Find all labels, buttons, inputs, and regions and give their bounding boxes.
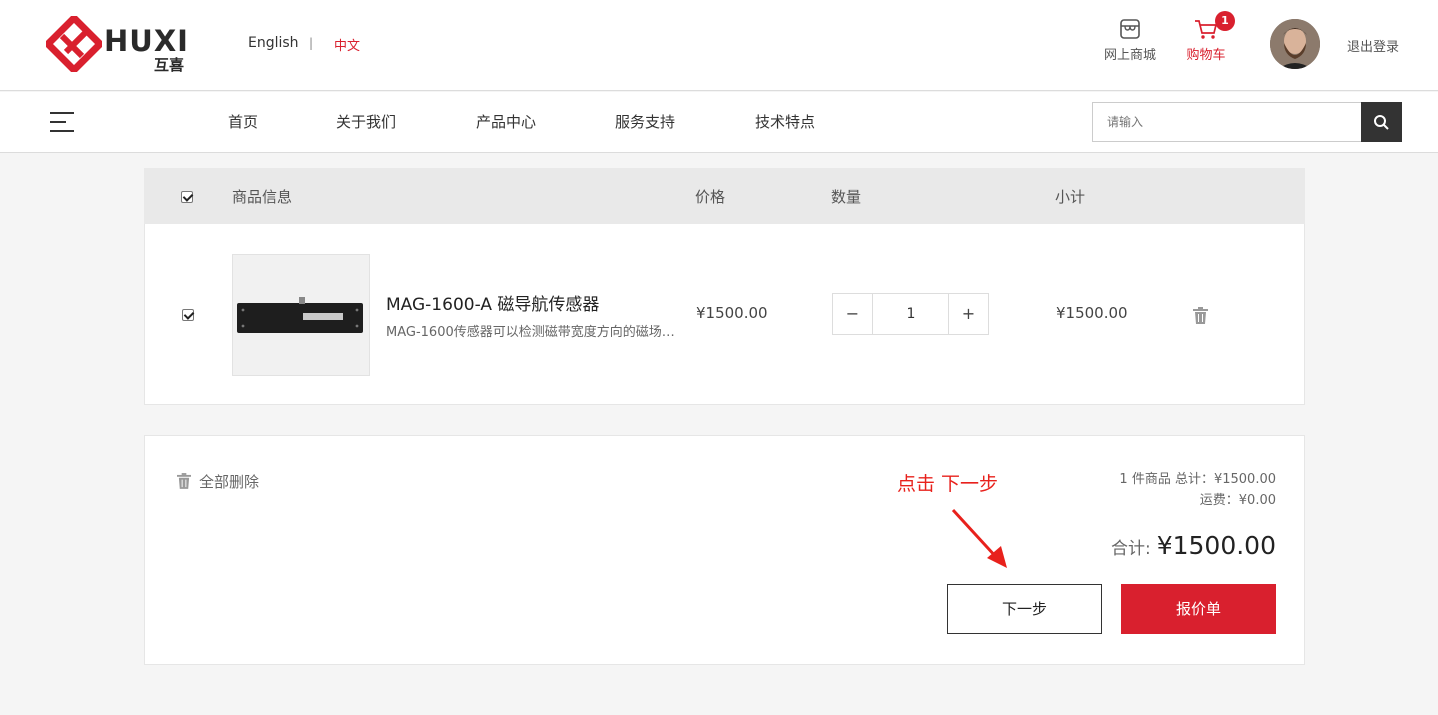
lang-english-link[interactable]: English	[248, 35, 299, 51]
search-icon	[1374, 115, 1389, 130]
next-step-button[interactable]: 下一步	[947, 584, 1102, 634]
nav-about[interactable]: 关于我们	[336, 111, 396, 132]
quantity-value[interactable]: 1	[874, 294, 948, 334]
nav-home[interactable]: 首页	[228, 111, 258, 132]
delete-all-button[interactable]: 全部删除	[177, 471, 259, 492]
product-price: ¥1500.00	[696, 304, 768, 322]
avatar-image	[1270, 19, 1320, 69]
main-nav: 首页 关于我们 产品中心 服务支持 技术特点	[0, 92, 1438, 153]
store-icon	[1120, 19, 1140, 39]
online-shop-label: 网上商城	[1103, 48, 1156, 63]
quantity-increase-button[interactable]: +	[948, 294, 988, 334]
grand-total-amount: ¥1500.00	[1156, 531, 1276, 560]
sensor-image	[237, 297, 363, 333]
huxi-logo[interactable]: HUXI 互喜	[43, 13, 196, 75]
cart-table: 商品信息 价格 数量 小计 MAG-1600-A 磁导航传感器 MAG-1600…	[144, 168, 1305, 405]
item-subtotal: ¥1500.00	[1056, 304, 1128, 322]
logo-text: HUXI	[104, 24, 189, 58]
grand-total-label: 合计:	[1110, 539, 1151, 559]
nav-products[interactable]: 产品中心	[476, 111, 536, 132]
search-button[interactable]	[1361, 102, 1402, 142]
product-description: MAG-1600传感器可以检测磁带宽度方向的磁场强度	[386, 325, 681, 340]
grand-total: 合计: ¥1500.00	[1111, 531, 1276, 560]
nav-technology[interactable]: 技术特点	[755, 111, 815, 132]
hamburger-menu-icon[interactable]	[50, 112, 74, 132]
search-input[interactable]	[1092, 102, 1362, 142]
quantity-decrease-button[interactable]: −	[833, 294, 873, 334]
quantity-stepper: − 1 +	[832, 293, 989, 335]
nav-support[interactable]: 服务支持	[615, 111, 675, 132]
col-quantity: 数量	[831, 188, 862, 206]
logo-mark-icon	[43, 13, 105, 75]
logo-subtext: 互喜	[154, 56, 185, 74]
annotation-text: 点击 下一步	[897, 473, 999, 495]
top-header: HUXI 互喜 English | 中文 网上商城 购物车 1 退出登录	[0, 0, 1438, 91]
delete-item-trash-icon[interactable]	[1193, 307, 1208, 324]
logout-link[interactable]: 退出登录	[1347, 36, 1399, 55]
col-product-info: 商品信息	[232, 188, 293, 206]
cart-item-row: MAG-1600-A 磁导航传感器 MAG-1600传感器可以检测磁带宽度方向的…	[144, 224, 1305, 405]
item-checkbox[interactable]	[182, 309, 194, 321]
shipping-fee: 运费：¥0.00	[1199, 493, 1276, 508]
quotation-button[interactable]: 报价单	[1121, 584, 1276, 634]
trash-icon	[177, 473, 191, 489]
annotation-arrow-icon	[951, 508, 1007, 568]
lang-chinese-link[interactable]: 中文	[334, 35, 360, 54]
lang-separator: |	[309, 36, 314, 50]
select-all-checkbox[interactable]	[181, 191, 193, 203]
product-image[interactable]	[232, 254, 370, 376]
cart-label: 购物车	[1186, 48, 1226, 63]
product-name[interactable]: MAG-1600-A 磁导航传感器	[386, 290, 599, 315]
online-shop-link[interactable]: 网上商城	[1098, 18, 1162, 63]
user-avatar[interactable]	[1270, 19, 1320, 69]
col-price: 价格	[695, 188, 726, 206]
delete-all-label: 全部删除	[199, 473, 260, 491]
col-subtotal: 小计	[1055, 188, 1086, 206]
cart-summary: 全部删除 点击 下一步 1 件商品 总计：¥1500.00 运费：¥0.00 合…	[144, 435, 1305, 665]
item-count-total: 1 件商品 总计：¥1500.00	[1119, 472, 1276, 487]
cart-count-badge: 1	[1215, 11, 1235, 31]
cart-table-header: 商品信息 价格 数量 小计	[144, 168, 1305, 224]
